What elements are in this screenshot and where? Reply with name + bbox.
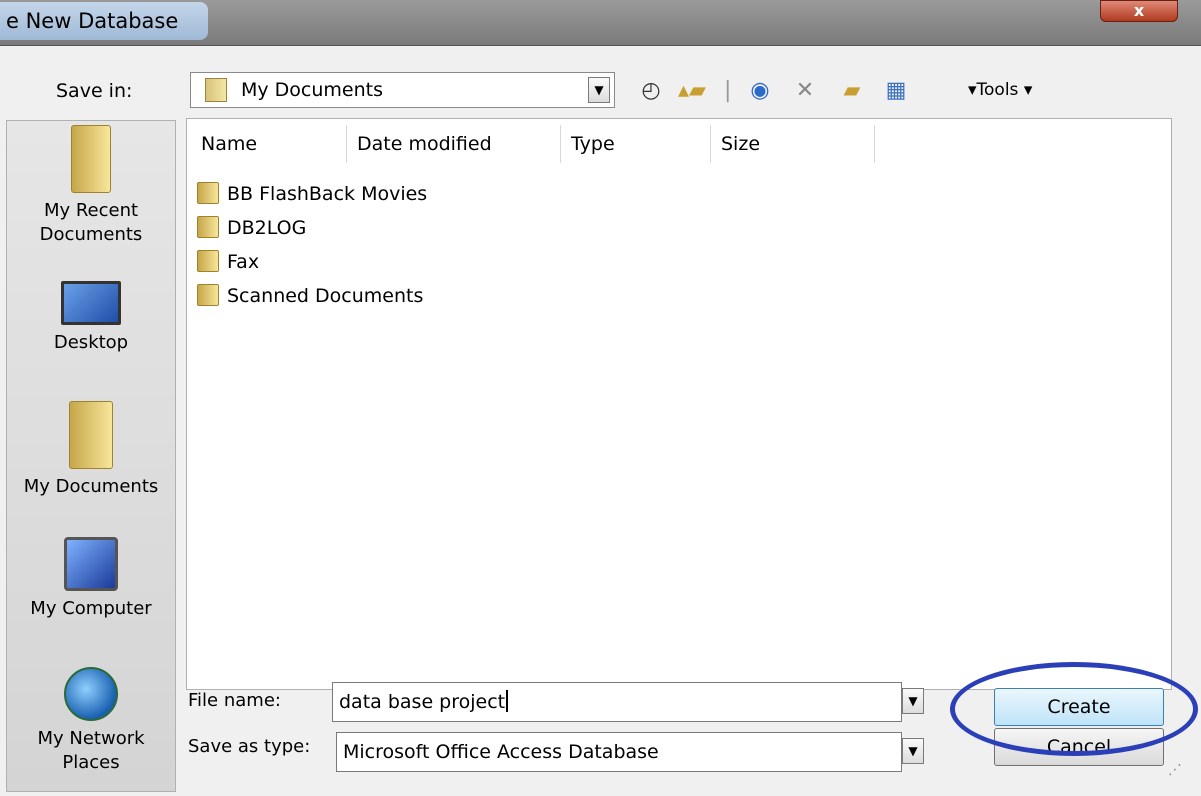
- place-my-computer[interactable]: My Computer: [7, 537, 175, 621]
- delete-icon[interactable]: ✕: [790, 76, 820, 106]
- save-in-dropdown-button[interactable]: ▼: [588, 77, 610, 103]
- recent-documents-icon: [71, 125, 111, 193]
- file-name: Scanned Documents: [227, 285, 424, 307]
- desktop-icon: [61, 281, 121, 325]
- new-database-dialog: Save in: My Documents ▼ ◴ ▴▰ | ◉ ✕ ▰ ▦ ▾…: [0, 46, 1201, 796]
- back-icon[interactable]: ◴: [638, 76, 664, 106]
- up-folder-icon[interactable]: ▴▰: [672, 76, 712, 106]
- file-name: Fax: [227, 251, 260, 273]
- file-name-dropdown-button[interactable]: ▼: [902, 688, 924, 714]
- column-header-type[interactable]: Type: [561, 125, 711, 163]
- file-name-input[interactable]: data base project: [332, 682, 902, 722]
- toolbar-separator: |: [724, 78, 732, 103]
- save-in-value: My Documents: [241, 79, 384, 101]
- save-in-combo[interactable]: My Documents: [190, 72, 615, 108]
- text-caret: [506, 690, 509, 712]
- folder-icon: [197, 250, 219, 272]
- file-name: DB2LOG: [227, 217, 307, 239]
- window-title: e New Database: [0, 2, 209, 40]
- my-documents-icon: [69, 401, 113, 469]
- network-places-icon: [64, 667, 118, 721]
- list-item[interactable]: BB FlashBack Movies: [197, 177, 427, 211]
- column-header-date-modified[interactable]: Date modified: [347, 125, 561, 163]
- save-in-label: Save in:: [56, 80, 133, 102]
- place-label: My Documents: [23, 476, 159, 497]
- place-label: Desktop: [53, 332, 129, 353]
- resize-grip-icon[interactable]: ⋰: [1168, 762, 1192, 786]
- close-button[interactable]: x: [1100, 0, 1178, 22]
- place-my-recent-documents[interactable]: My Recent Documents: [7, 125, 175, 247]
- title-bar: e New Database x: [0, 0, 1201, 46]
- save-as-type-label: Save as type:: [188, 736, 311, 757]
- file-name-label: File name:: [188, 690, 281, 711]
- list-item[interactable]: Fax: [197, 245, 259, 279]
- tools-menu[interactable]: ▾Tools ▾: [968, 80, 1032, 100]
- list-item[interactable]: DB2LOG: [197, 211, 306, 245]
- file-list[interactable]: Name Date modified Type Size BB FlashBac…: [186, 118, 1172, 690]
- column-header-size[interactable]: Size: [711, 125, 875, 163]
- column-header-name[interactable]: Name: [191, 125, 347, 163]
- search-web-icon[interactable]: ◉: [744, 76, 776, 106]
- my-computer-icon: [64, 537, 118, 591]
- save-as-type-dropdown-button[interactable]: ▼: [902, 738, 924, 764]
- file-name: BB FlashBack Movies: [227, 183, 428, 205]
- views-icon[interactable]: ▦: [880, 76, 912, 106]
- place-label: My Recent Documents: [39, 200, 143, 245]
- list-item[interactable]: Scanned Documents: [197, 279, 423, 313]
- place-desktop[interactable]: Desktop: [7, 281, 175, 355]
- new-folder-icon[interactable]: ▰: [836, 76, 868, 106]
- place-my-network-places[interactable]: My Network Places: [7, 667, 175, 775]
- folder-icon: [197, 182, 219, 204]
- save-as-type-value: Microsoft Office Access Database: [343, 741, 659, 763]
- create-highlight-circle: [950, 662, 1198, 756]
- place-label: My Network Places: [37, 728, 145, 773]
- place-my-documents[interactable]: My Documents: [7, 401, 175, 499]
- file-name-value: data base project: [339, 691, 506, 713]
- place-label: My Computer: [30, 598, 152, 619]
- folder-icon: [197, 284, 219, 306]
- places-bar: My Recent Documents Desktop My Documents…: [6, 120, 176, 792]
- my-documents-icon: [205, 78, 227, 102]
- save-as-type-select[interactable]: Microsoft Office Access Database: [336, 732, 902, 772]
- folder-icon: [197, 216, 219, 238]
